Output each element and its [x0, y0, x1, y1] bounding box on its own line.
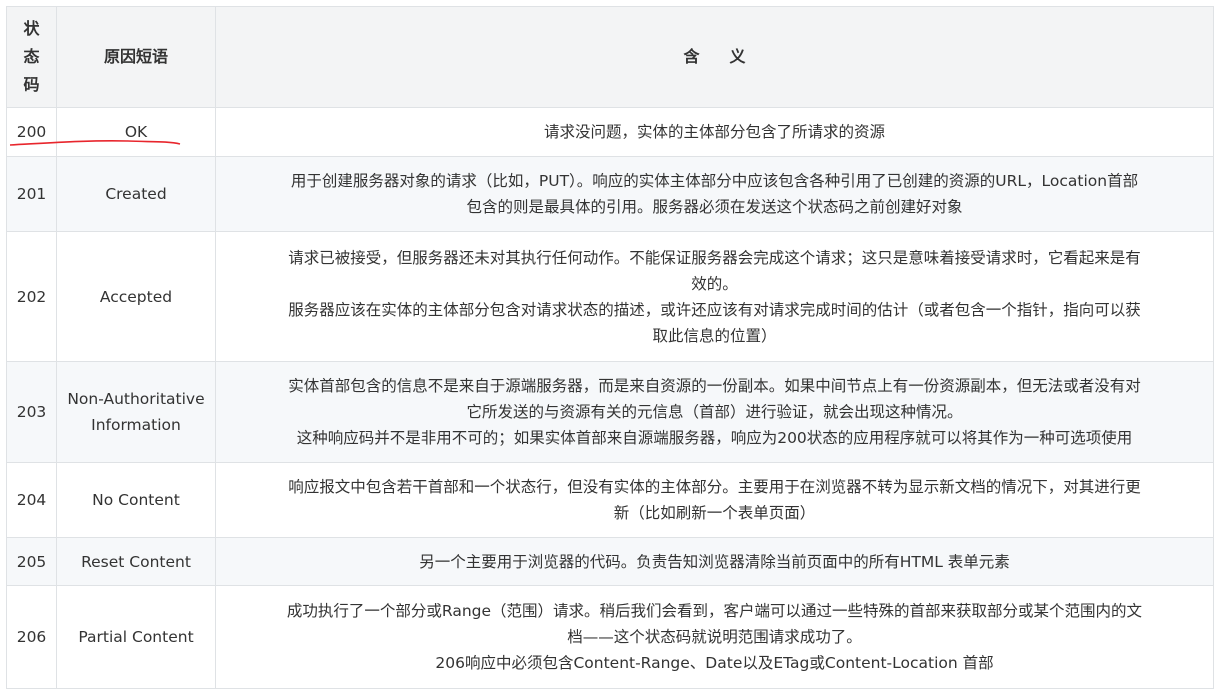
meaning-line: 请求已被接受，但服务器还未对其执行任何动作。不能保证服务器会完成这个请求；这只是… [288, 248, 1141, 267]
reason-phrase-cell: Partial Content [56, 585, 216, 689]
meaning-line: 服务器应该在实体的主体部分包含对请求状态的描述，或许还应该有对请求完成时间的估计… [288, 300, 1141, 319]
header-code-char: 态 [23, 47, 40, 66]
meaning-line: 新（比如刷新一个表单页面） [613, 504, 816, 522]
reason-line: OK [124, 123, 148, 141]
table-row: 201 Created 用于创建服务器对象的请求（比如，PUT）。响应的实体主体部分… [6, 156, 1214, 232]
meaning-line: 档——这个状态码就说明范围请求成功了。 [567, 628, 862, 646]
meaning-line: 206响应中必须包含Content-Range、Date以及ETag或Conte… [435, 654, 994, 672]
header-code-char: 状 [23, 19, 40, 38]
table-row: 204 No Content 响应报文中包含若干首部和一个状态行，但没有实体的主体部… [6, 462, 1214, 538]
header-meaning: 含义 [215, 6, 1214, 108]
status-code-cell: 202 [6, 231, 57, 362]
meaning-line: 另一个主要用于浏览器的代码。负责告知浏览器清除当前页面中的所有HTML 表单元素 [419, 552, 1010, 571]
table-row: 203 Non-Authoritative Information 实体首部包含的信息… [6, 361, 1214, 463]
table-row: 200 OK 请求没问题，实体的主体部分包含了所请求的资源 [6, 107, 1214, 157]
reason-line: Information [91, 416, 181, 434]
http-status-table: 状 态 码 原因短语 含义 200 OK 请求没问题，实体的主体部分包含了所请求的资… [6, 6, 1214, 689]
meaning-cell: 请求已被接受，但服务器还未对其执行任何动作。不能保证服务器会完成这个请求；这只是… [215, 231, 1214, 362]
status-code-cell: 205 [6, 537, 57, 586]
status-code-cell: 204 [6, 462, 57, 538]
reason-line: No Content [92, 491, 180, 509]
meaning-line: 实体首部包含的信息不是来自于源端服务器，而是来自资源的一份副本。如果中间节点上有… [288, 377, 1141, 395]
reason-phrase-cell: Non-Authoritative Information [56, 361, 216, 463]
meaning-cell: 成功执行了一个部分或Range（范围）请求。稍后我们会看到，客户端可以通过一些特… [215, 585, 1214, 689]
meaning-cell: 实体首部包含的信息不是来自于源端服务器，而是来自资源的一份副本。如果中间节点上有… [215, 361, 1214, 463]
reason-phrase-cell: No Content [56, 462, 216, 538]
status-code-cell: 200 [6, 107, 57, 157]
reason-phrase-cell: OK [56, 107, 216, 157]
meaning-line: 响应报文中包含若干首部和一个状态行，但没有实体的主体部分。主要用于在浏览器不转为… [288, 478, 1141, 496]
reason-line: Created [105, 185, 167, 203]
meaning-cell: 用于创建服务器对象的请求（比如，PUT）。响应的实体主体部分中应该包含各种引用了… [215, 156, 1214, 232]
header-code-char: 码 [23, 75, 40, 94]
status-code-cell: 203 [6, 361, 57, 463]
meaning-line: 这种响应码并不是非用不可的；如果实体首部来自源端服务器，响应为200状态的应用程… [296, 429, 1133, 447]
table-row: 202 Accepted 请求已被接受，但服务器还未对其执行任何动作。不能保证服务器… [6, 231, 1214, 362]
meaning-line: 成功执行了一个部分或Range（范围）请求。稍后我们会看到，客户端可以通过一些特… [286, 602, 1143, 620]
table-row: 205 Reset Content 另一个主要用于浏览器的代码。负责告知浏览器清除当… [6, 537, 1214, 586]
meaning-cell: 请求没问题，实体的主体部分包含了所请求的资源 [215, 107, 1214, 157]
status-code-cell: 201 [6, 156, 57, 232]
meaning-line: 效的。 [691, 274, 738, 293]
reason-line: Non-Authoritative [67, 390, 205, 408]
meaning-cell: 响应报文中包含若干首部和一个状态行，但没有实体的主体部分。主要用于在浏览器不转为… [215, 462, 1214, 538]
meaning-line: 用于创建服务器对象的请求（比如，PUT）。响应的实体主体部分中应该包含各种引用了… [290, 172, 1139, 190]
reason-phrase-cell: Reset Content [56, 537, 216, 586]
reason-line: Reset Content [81, 552, 191, 571]
reason-line: Partial Content [78, 628, 194, 646]
meaning-line: 取此信息的位置） [652, 326, 777, 345]
reason-phrase-cell: Accepted [56, 231, 216, 362]
table-row: 206 Partial Content 成功执行了一个部分或Range（范围）请求。… [6, 585, 1214, 689]
reason-phrase-cell: Created [56, 156, 216, 232]
meaning-line: 它所发送的与资源有关的元信息（首部）进行验证，就会出现这种情况。 [466, 403, 963, 421]
table-header-row: 状 态 码 原因短语 含义 [6, 6, 1214, 108]
reason-line: Accepted [99, 287, 173, 306]
header-reason-phrase: 原因短语 [56, 6, 216, 108]
meaning-cell: 另一个主要用于浏览器的代码。负责告知浏览器清除当前页面中的所有HTML 表单元素 [215, 537, 1214, 586]
header-status-code: 状 态 码 [6, 6, 57, 108]
meaning-line: 包含的则是最具体的引用。服务器必须在发送这个状态码之前创建好对象 [466, 198, 963, 216]
meaning-line: 请求没问题，实体的主体部分包含了所请求的资源 [543, 123, 885, 141]
status-code-cell: 206 [6, 585, 57, 689]
